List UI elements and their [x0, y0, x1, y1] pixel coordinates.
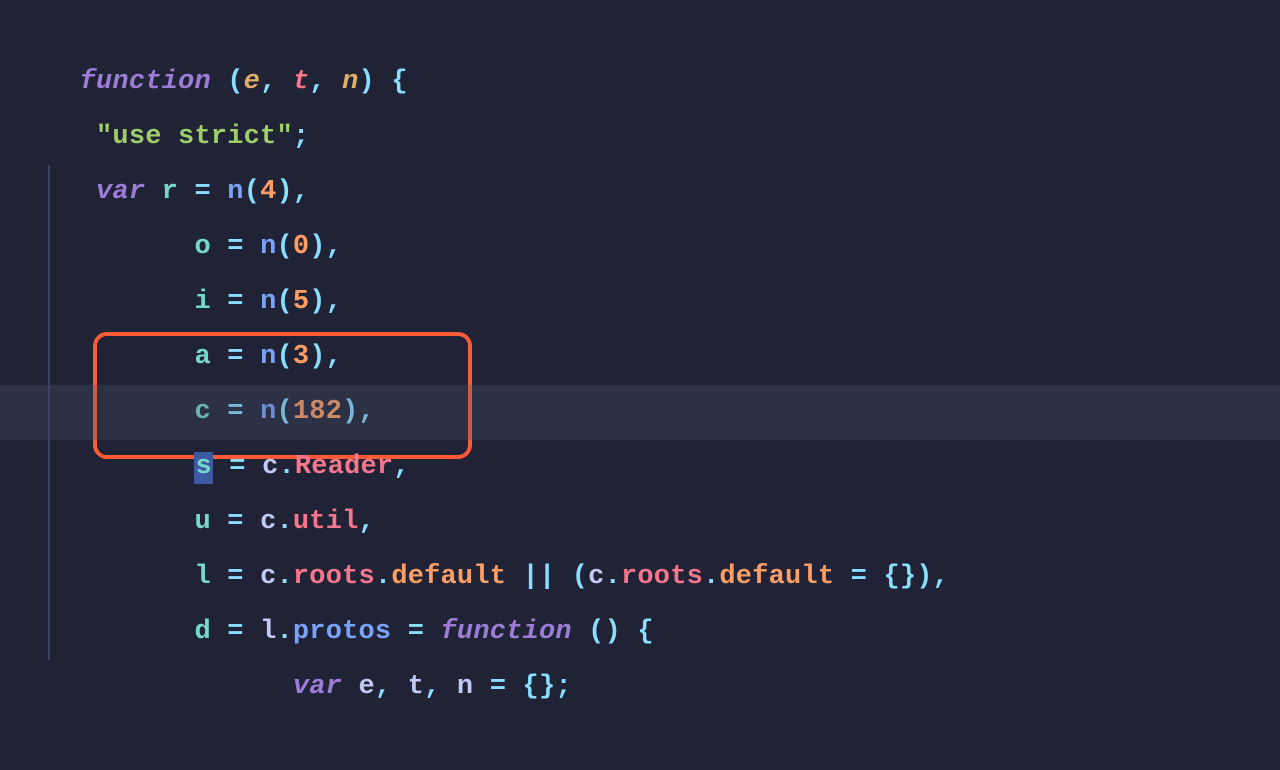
code-line: a = n(3), [0, 275, 1280, 330]
code-line: u = c.util, [0, 440, 1280, 495]
code-line: var r = n(4), [0, 110, 1280, 165]
code-editor[interactable]: function (e, t, n) { "use strict"; var r… [0, 0, 1280, 675]
var-e: e [358, 672, 374, 702]
code-line: var e, t, n = {}; [0, 605, 1280, 660]
keyword-var: var [293, 672, 342, 702]
code-line: o = n(0), [0, 165, 1280, 220]
code-line: l = c.roots.default || (c.roots.default … [0, 495, 1280, 550]
code-line: function (e, t, n) { [0, 0, 1280, 55]
var-t: t [408, 672, 424, 702]
code-line: d = l.protos = function () { [0, 550, 1280, 605]
code-line: "use strict"; [0, 55, 1280, 110]
code-line: c = n(182), [0, 330, 1280, 385]
var-n: n [457, 672, 473, 702]
code-line-current: s = c.Reader, [0, 385, 1280, 440]
code-line: i = n(5), [0, 220, 1280, 275]
